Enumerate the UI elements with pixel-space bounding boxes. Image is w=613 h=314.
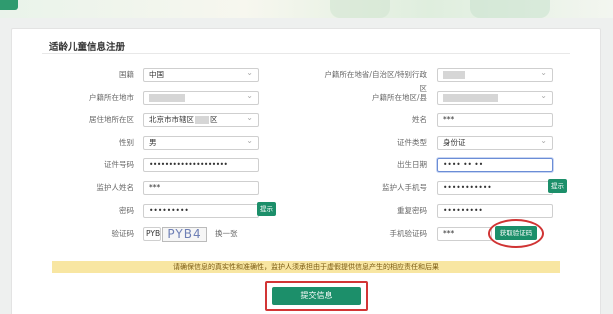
- banner-decoration: [330, 0, 390, 18]
- id-type-label: 证件类型: [397, 138, 427, 147]
- huji-province-select[interactable]: [437, 68, 553, 82]
- password-hint-button[interactable]: 提示: [257, 202, 276, 216]
- redacted-value: [149, 93, 185, 102]
- residence-district-label: 居住地所在区: [89, 115, 134, 124]
- guardian-name-input[interactable]: ***: [143, 181, 259, 195]
- password-input[interactable]: •••••••••: [143, 204, 259, 218]
- huji-city-label: 户籍所在地市: [89, 93, 134, 102]
- redacted-value: [443, 70, 465, 79]
- gender-label: 性别: [119, 138, 134, 147]
- guardian-name-label: 监护人姓名: [96, 183, 135, 192]
- notice-banner: 请确保信息的真实性和准确性，监护人须承担由于虚假提供信息产生的相应责任和后果: [52, 261, 560, 273]
- sms-code-input[interactable]: ***: [437, 227, 492, 241]
- form-title: 适龄儿童信息注册: [49, 42, 126, 53]
- confirm-password-input[interactable]: •••••••••: [437, 204, 553, 218]
- id-number-input[interactable]: ••••••••••••••••••••: [143, 158, 259, 172]
- captcha-input[interactable]: PYB4: [143, 227, 161, 241]
- guardian-phone-hint-button[interactable]: 提示: [548, 179, 567, 193]
- confirm-password-label: 重复密码: [397, 206, 427, 215]
- birth-date-input[interactable]: •••• •• ••: [437, 158, 553, 172]
- highlight-circle: [488, 219, 544, 248]
- guardian-phone-input[interactable]: •••••••••••: [437, 181, 553, 195]
- id-type-value: 身份证: [443, 138, 466, 147]
- gender-select[interactable]: 男: [143, 136, 259, 150]
- nationality-label: 国籍: [119, 70, 134, 79]
- name-label: 姓名: [412, 115, 427, 124]
- residence-district-suffix: 区: [210, 115, 218, 124]
- submit-highlight: 提交信息: [265, 281, 368, 311]
- id-number-label: 证件号码: [104, 160, 134, 169]
- captcha-label: 验证码: [111, 229, 135, 238]
- captcha-refresh-link[interactable]: 换一张: [215, 228, 238, 239]
- captcha-image[interactable]: PYB4: [162, 227, 207, 242]
- residence-district-value: 北京市市辖区: [149, 115, 194, 124]
- gender-value: 男: [149, 138, 157, 147]
- nationality-select[interactable]: 中国: [143, 68, 259, 82]
- huji-district-select[interactable]: [437, 91, 553, 105]
- nationality-value: 中国: [149, 70, 164, 79]
- huji-district-label: 户籍所在地区/县: [371, 93, 427, 102]
- guardian-phone-label: 监护人手机号: [382, 183, 427, 192]
- id-type-select[interactable]: 身份证: [437, 136, 553, 150]
- banner-decoration: [470, 0, 550, 18]
- birth-date-label: 出生日期: [397, 160, 427, 169]
- name-input[interactable]: ***: [437, 113, 553, 127]
- top-banner: [0, 0, 613, 18]
- header-button-edge[interactable]: [0, 0, 18, 10]
- huji-city-select[interactable]: [143, 91, 259, 105]
- redacted-value: [195, 116, 209, 124]
- redacted-value: [443, 93, 498, 102]
- residence-district-select[interactable]: 北京市市辖区 区: [143, 113, 259, 127]
- submit-button[interactable]: 提交信息: [272, 287, 361, 305]
- sms-code-label: 手机验证码: [389, 229, 428, 238]
- password-label: 密码: [119, 206, 134, 215]
- title-divider: [42, 53, 570, 54]
- registration-form-card: 适龄儿童信息注册 国籍 中国 户籍所在地省/自治区/特别行政区 户籍所在地市 户…: [11, 28, 601, 314]
